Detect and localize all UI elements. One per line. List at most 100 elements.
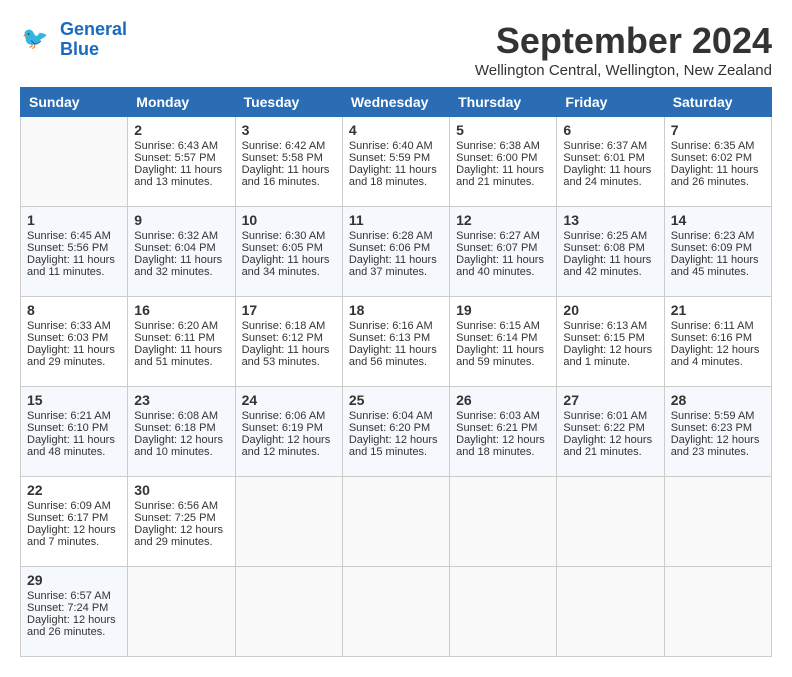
day-number: 26 <box>456 392 550 408</box>
day-number: 7 <box>671 122 765 138</box>
daylight-text: Daylight: 11 hours and 59 minutes. <box>456 344 550 368</box>
day-number: 1 <box>27 212 121 228</box>
location-subtitle: Wellington Central, Wellington, New Zeal… <box>475 62 772 79</box>
sunset-text: Sunset: 7:25 PM <box>134 512 228 524</box>
sunset-text: Sunset: 6:10 PM <box>27 422 121 434</box>
sunset-text: Sunset: 5:58 PM <box>242 152 336 164</box>
day-number: 10 <box>242 212 336 228</box>
daylight-text: Daylight: 11 hours and 37 minutes. <box>349 254 443 278</box>
sunrise-text: Sunrise: 6:28 AM <box>349 230 443 242</box>
sunset-text: Sunset: 6:00 PM <box>456 152 550 164</box>
calendar-cell: 26Sunrise: 6:03 AMSunset: 6:21 PMDayligh… <box>450 387 557 477</box>
calendar-week-row: 2Sunrise: 6:43 AMSunset: 5:57 PMDaylight… <box>21 117 772 207</box>
day-number: 16 <box>134 302 228 318</box>
sunrise-text: Sunrise: 6:15 AM <box>456 320 550 332</box>
calendar-cell: 27Sunrise: 6:01 AMSunset: 6:22 PMDayligh… <box>557 387 664 477</box>
sunrise-text: Sunrise: 6:45 AM <box>27 230 121 242</box>
day-number: 19 <box>456 302 550 318</box>
daylight-text: Daylight: 12 hours and 1 minute. <box>563 344 657 368</box>
page-header: 🐦 General Blue September 2024 Wellington… <box>20 20 772 79</box>
daylight-text: Daylight: 11 hours and 18 minutes. <box>349 164 443 188</box>
calendar-cell: 14Sunrise: 6:23 AMSunset: 6:09 PMDayligh… <box>664 207 771 297</box>
day-number: 28 <box>671 392 765 408</box>
sunset-text: Sunset: 6:23 PM <box>671 422 765 434</box>
sunset-text: Sunset: 5:56 PM <box>27 242 121 254</box>
calendar-week-row: 22Sunrise: 6:09 AMSunset: 6:17 PMDayligh… <box>21 477 772 567</box>
calendar-cell: 15Sunrise: 6:21 AMSunset: 6:10 PMDayligh… <box>21 387 128 477</box>
col-header-sunday: Sunday <box>21 88 128 117</box>
daylight-text: Daylight: 12 hours and 26 minutes. <box>27 614 121 638</box>
logo-line2: Blue <box>60 40 127 60</box>
daylight-text: Daylight: 12 hours and 4 minutes. <box>671 344 765 368</box>
day-number: 2 <box>134 122 228 138</box>
day-number: 6 <box>563 122 657 138</box>
sunset-text: Sunset: 6:21 PM <box>456 422 550 434</box>
daylight-text: Daylight: 12 hours and 12 minutes. <box>242 434 336 458</box>
col-header-wednesday: Wednesday <box>342 88 449 117</box>
calendar-cell: 12Sunrise: 6:27 AMSunset: 6:07 PMDayligh… <box>450 207 557 297</box>
col-header-friday: Friday <box>557 88 664 117</box>
daylight-text: Daylight: 11 hours and 40 minutes. <box>456 254 550 278</box>
sunrise-text: Sunrise: 6:13 AM <box>563 320 657 332</box>
title-block: September 2024 Wellington Central, Welli… <box>475 20 772 79</box>
day-number: 9 <box>134 212 228 228</box>
sunset-text: Sunset: 6:18 PM <box>134 422 228 434</box>
daylight-text: Daylight: 11 hours and 32 minutes. <box>134 254 228 278</box>
calendar-header-row: SundayMondayTuesdayWednesdayThursdayFrid… <box>21 88 772 117</box>
day-number: 5 <box>456 122 550 138</box>
daylight-text: Daylight: 11 hours and 51 minutes. <box>134 344 228 368</box>
logo-text: General Blue <box>60 20 127 60</box>
daylight-text: Daylight: 11 hours and 34 minutes. <box>242 254 336 278</box>
sunset-text: Sunset: 6:16 PM <box>671 332 765 344</box>
sunset-text: Sunset: 5:59 PM <box>349 152 443 164</box>
daylight-text: Daylight: 11 hours and 24 minutes. <box>563 164 657 188</box>
sunset-text: Sunset: 6:13 PM <box>349 332 443 344</box>
sunrise-text: Sunrise: 6:43 AM <box>134 140 228 152</box>
sunset-text: Sunset: 6:15 PM <box>563 332 657 344</box>
day-number: 8 <box>27 302 121 318</box>
day-number: 15 <box>27 392 121 408</box>
sunrise-text: Sunrise: 6:32 AM <box>134 230 228 242</box>
month-title: September 2024 <box>475 20 772 62</box>
sunset-text: Sunset: 6:04 PM <box>134 242 228 254</box>
col-header-thursday: Thursday <box>450 88 557 117</box>
sunset-text: Sunset: 6:02 PM <box>671 152 765 164</box>
daylight-text: Daylight: 11 hours and 48 minutes. <box>27 434 121 458</box>
calendar-cell: 1Sunrise: 6:45 AMSunset: 5:56 PMDaylight… <box>21 207 128 297</box>
calendar-cell <box>235 477 342 567</box>
sunset-text: Sunset: 6:22 PM <box>563 422 657 434</box>
calendar-cell: 22Sunrise: 6:09 AMSunset: 6:17 PMDayligh… <box>21 477 128 567</box>
calendar-cell <box>557 477 664 567</box>
day-number: 24 <box>242 392 336 408</box>
calendar-cell: 10Sunrise: 6:30 AMSunset: 6:05 PMDayligh… <box>235 207 342 297</box>
daylight-text: Daylight: 12 hours and 10 minutes. <box>134 434 228 458</box>
calendar-cell: 30Sunrise: 6:56 AMSunset: 7:25 PMDayligh… <box>128 477 235 567</box>
calendar-cell <box>21 117 128 207</box>
day-number: 13 <box>563 212 657 228</box>
daylight-text: Daylight: 11 hours and 29 minutes. <box>27 344 121 368</box>
sunrise-text: Sunrise: 6:37 AM <box>563 140 657 152</box>
col-header-saturday: Saturday <box>664 88 771 117</box>
sunset-text: Sunset: 6:11 PM <box>134 332 228 344</box>
sunrise-text: Sunrise: 6:35 AM <box>671 140 765 152</box>
sunrise-text: Sunrise: 6:16 AM <box>349 320 443 332</box>
sunrise-text: Sunrise: 6:57 AM <box>27 590 121 602</box>
daylight-text: Daylight: 12 hours and 23 minutes. <box>671 434 765 458</box>
calendar-cell: 13Sunrise: 6:25 AMSunset: 6:08 PMDayligh… <box>557 207 664 297</box>
daylight-text: Daylight: 11 hours and 53 minutes. <box>242 344 336 368</box>
day-number: 22 <box>27 482 121 498</box>
sunrise-text: Sunrise: 6:11 AM <box>671 320 765 332</box>
col-header-monday: Monday <box>128 88 235 117</box>
day-number: 21 <box>671 302 765 318</box>
sunset-text: Sunset: 6:07 PM <box>456 242 550 254</box>
daylight-text: Daylight: 12 hours and 29 minutes. <box>134 524 228 548</box>
sunrise-text: Sunrise: 6:23 AM <box>671 230 765 242</box>
day-number: 20 <box>563 302 657 318</box>
daylight-text: Daylight: 11 hours and 16 minutes. <box>242 164 336 188</box>
sunset-text: Sunset: 6:17 PM <box>27 512 121 524</box>
day-number: 4 <box>349 122 443 138</box>
daylight-text: Daylight: 12 hours and 18 minutes. <box>456 434 550 458</box>
day-number: 14 <box>671 212 765 228</box>
sunrise-text: Sunrise: 6:06 AM <box>242 410 336 422</box>
day-number: 12 <box>456 212 550 228</box>
